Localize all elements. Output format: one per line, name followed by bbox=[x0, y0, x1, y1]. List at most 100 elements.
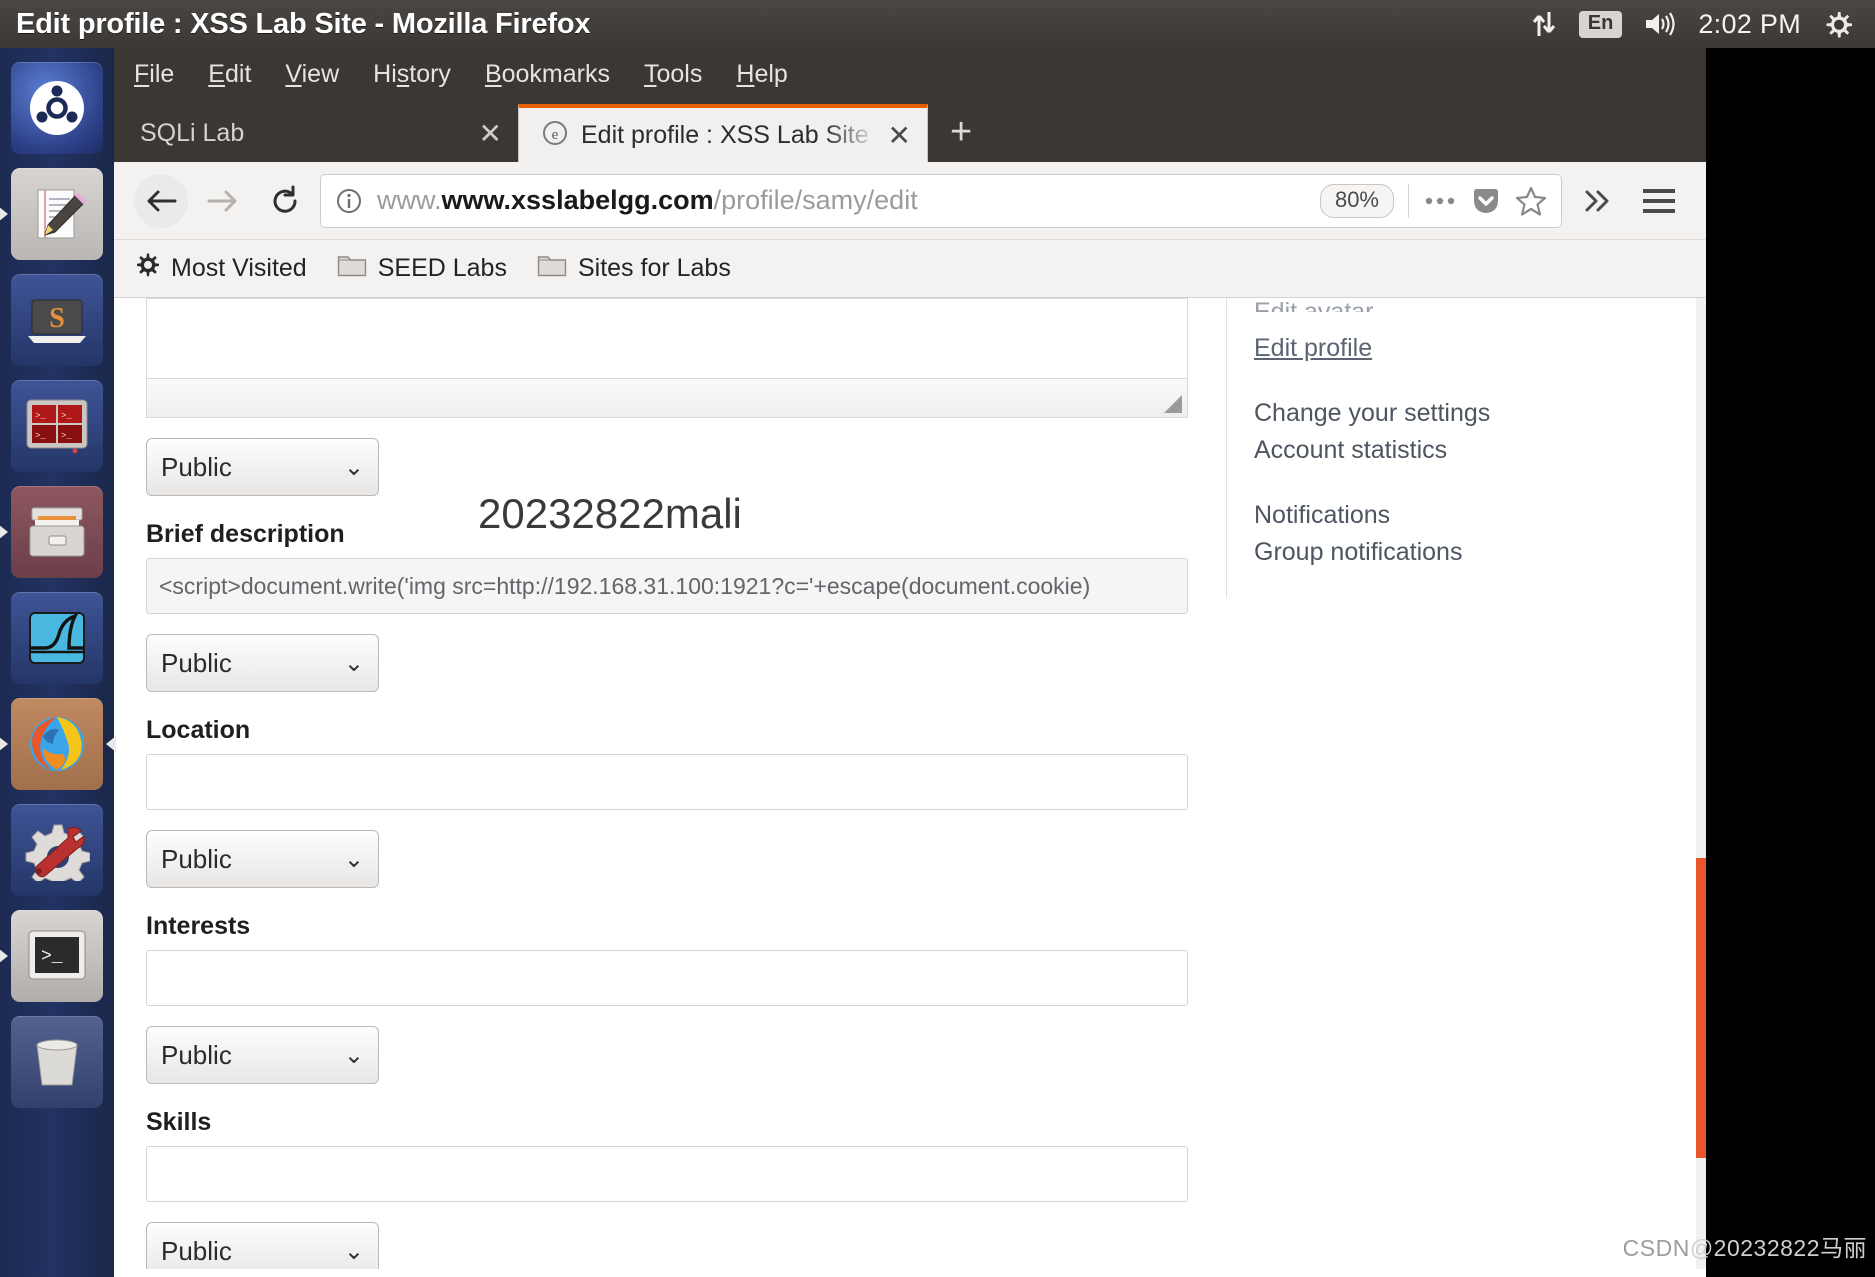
chevron-down-icon: ⌄ bbox=[343, 453, 364, 481]
double-chevron-right-icon[interactable] bbox=[1570, 188, 1624, 214]
terminator-quad-icon: >_ >_ >_ >_ bbox=[23, 396, 91, 456]
resize-handle-icon[interactable] bbox=[1164, 395, 1182, 413]
tab-strip: SQLi Lab ✕ e Edit profile : XSS Lab Site… bbox=[114, 100, 1706, 162]
textarea-body[interactable] bbox=[146, 298, 1188, 378]
bookmark-seed-labs[interactable]: SEED Labs bbox=[337, 253, 507, 285]
svg-text:>_: >_ bbox=[35, 431, 46, 441]
chevron-down-icon: ⌄ bbox=[343, 1041, 364, 1069]
sidebar-item-account-statistics[interactable]: Account statistics bbox=[1254, 436, 1654, 465]
unity-top-panel: Edit profile : XSS Lab Site - Mozilla Fi… bbox=[0, 0, 1875, 48]
location-access-select[interactable]: Public ⌄ bbox=[146, 830, 379, 888]
star-icon[interactable] bbox=[1515, 185, 1547, 217]
network-updown-icon[interactable] bbox=[1531, 10, 1557, 38]
hamburger-menu-icon[interactable] bbox=[1632, 188, 1686, 213]
url-bar[interactable]: www.www.xsslabelgg.com/profile/samy/edit… bbox=[320, 173, 1562, 228]
watermark-brand: CSDN bbox=[1622, 1235, 1690, 1261]
about-me-access-select[interactable]: Public ⌄ bbox=[146, 438, 379, 496]
elgg-favicon: e bbox=[541, 119, 569, 152]
launcher-item-file-manager[interactable] bbox=[11, 486, 103, 578]
ubuntu-logo-icon bbox=[24, 75, 90, 141]
launcher-item-sublime-text[interactable]: S bbox=[11, 274, 103, 366]
clock[interactable]: 2:02 PM bbox=[1698, 9, 1801, 40]
keyboard-layout-indicator[interactable]: En bbox=[1578, 10, 1623, 38]
location-input[interactable] bbox=[146, 754, 1188, 810]
url-text: www.www.xsslabelgg.com/profile/samy/edit bbox=[377, 185, 918, 215]
tab-sqli-lab[interactable]: SQLi Lab ✕ bbox=[118, 104, 518, 162]
tab-edit-profile[interactable]: e Edit profile : XSS Lab Site ✕ bbox=[518, 104, 928, 162]
navigation-toolbar: www.www.xsslabelgg.com/profile/samy/edit… bbox=[114, 162, 1706, 240]
close-icon[interactable]: ✕ bbox=[888, 119, 911, 152]
trash-bin-icon bbox=[25, 1037, 89, 1087]
watermark-user: @20232822马丽 bbox=[1689, 1235, 1867, 1261]
about-me-textarea[interactable] bbox=[146, 298, 1188, 418]
browser-chrome: File Edit View History Bookmarks Tools H… bbox=[114, 48, 1706, 298]
sidebar-item-change-settings[interactable]: Change your settings bbox=[1254, 399, 1654, 428]
shark-fin-icon bbox=[25, 608, 89, 668]
pocket-shield-icon[interactable] bbox=[1471, 186, 1501, 216]
launcher-item-trash[interactable] bbox=[11, 1016, 103, 1108]
back-arrow-icon[interactable] bbox=[134, 173, 188, 228]
menu-bookmarks[interactable]: Bookmarks bbox=[485, 60, 610, 89]
bookmark-label: Most Visited bbox=[171, 254, 307, 282]
launcher-item-terminal[interactable]: >_ bbox=[11, 910, 103, 1002]
reload-icon[interactable] bbox=[258, 174, 312, 228]
new-tab-button[interactable]: + bbox=[950, 111, 972, 154]
skills-access-select[interactable]: Public ⌄ bbox=[146, 1222, 379, 1269]
gear-icon bbox=[134, 252, 160, 285]
url-path: /profile/samy/edit bbox=[713, 185, 918, 215]
volume-icon[interactable] bbox=[1644, 11, 1676, 37]
menu-help[interactable]: Help bbox=[736, 60, 787, 89]
bookmark-label: Sites for Labs bbox=[577, 254, 731, 282]
svg-text:>_: >_ bbox=[41, 947, 63, 967]
menu-history[interactable]: History bbox=[373, 60, 451, 89]
menu-tools[interactable]: Tools bbox=[644, 60, 702, 89]
close-icon[interactable]: ✕ bbox=[479, 117, 502, 150]
brief-description-access-select[interactable]: Public ⌄ bbox=[146, 634, 379, 692]
interests-input[interactable] bbox=[146, 950, 1188, 1006]
menu-edit[interactable]: Edit bbox=[208, 60, 251, 89]
sidebar-item-notifications[interactable]: Notifications bbox=[1254, 501, 1654, 530]
system-tray: En 2:02 PM bbox=[1531, 9, 1875, 40]
bookmark-label: SEED Labs bbox=[377, 254, 507, 282]
sidebar-item-edit-profile[interactable]: Edit profile bbox=[1254, 334, 1654, 363]
location-label: Location bbox=[146, 716, 251, 744]
menu-view[interactable]: View bbox=[285, 60, 339, 89]
folder-icon bbox=[337, 253, 367, 285]
launcher-item-firefox[interactable] bbox=[11, 698, 103, 790]
terminal-prompt-icon: >_ bbox=[25, 927, 89, 985]
forward-arrow-icon bbox=[196, 174, 250, 228]
chevron-down-icon: ⌄ bbox=[343, 1237, 364, 1265]
file-cabinet-icon bbox=[24, 502, 90, 562]
sublime-s-icon: S bbox=[24, 292, 90, 348]
brief-description-input[interactable]: <script>document.write('img src=http://1… bbox=[146, 558, 1188, 614]
launcher-item-ubuntu-dash[interactable] bbox=[11, 62, 103, 154]
svg-text:>_: >_ bbox=[61, 431, 72, 441]
launcher-item-terminator[interactable]: >_ >_ >_ >_ bbox=[11, 380, 103, 472]
svg-text:>_: >_ bbox=[61, 411, 72, 421]
page-scrollbar-thumb[interactable] bbox=[1696, 858, 1706, 1158]
content-sidebar-divider bbox=[1226, 298, 1227, 598]
svg-text:e: e bbox=[552, 127, 559, 143]
zoom-level-badge[interactable]: 80% bbox=[1319, 183, 1394, 218]
launcher-item-text-editor[interactable] bbox=[11, 168, 103, 260]
bookmarks-toolbar: Most Visited SEED Labs Sites for Labs bbox=[114, 240, 1706, 298]
launcher-item-wireshark[interactable] bbox=[11, 592, 103, 684]
gear-icon[interactable] bbox=[1823, 9, 1853, 39]
sidebar-item-group-notifications[interactable]: Group notifications bbox=[1254, 538, 1654, 567]
ellipsis-icon[interactable] bbox=[1423, 195, 1457, 207]
menu-file[interactable]: File bbox=[134, 60, 174, 89]
info-circle-icon[interactable] bbox=[335, 187, 363, 215]
launcher-item-system-settings[interactable] bbox=[11, 804, 103, 896]
unity-launcher: S >_ >_ >_ >_ >_ bbox=[0, 48, 114, 1277]
interests-label: Interests bbox=[146, 912, 251, 940]
browser-menubar: File Edit View History Bookmarks Tools H… bbox=[114, 48, 1706, 100]
svg-text:S: S bbox=[49, 303, 65, 334]
tab-label: SQLi Lab bbox=[140, 118, 245, 147]
interests-access-select[interactable]: Public ⌄ bbox=[146, 1026, 379, 1084]
sidebar-item-edit-avatar[interactable]: Edit avatar bbox=[1254, 298, 1654, 312]
bookmark-most-visited[interactable]: Most Visited bbox=[134, 252, 307, 285]
skills-input[interactable] bbox=[146, 1146, 1188, 1202]
bookmark-sites-for-labs[interactable]: Sites for Labs bbox=[537, 253, 731, 285]
